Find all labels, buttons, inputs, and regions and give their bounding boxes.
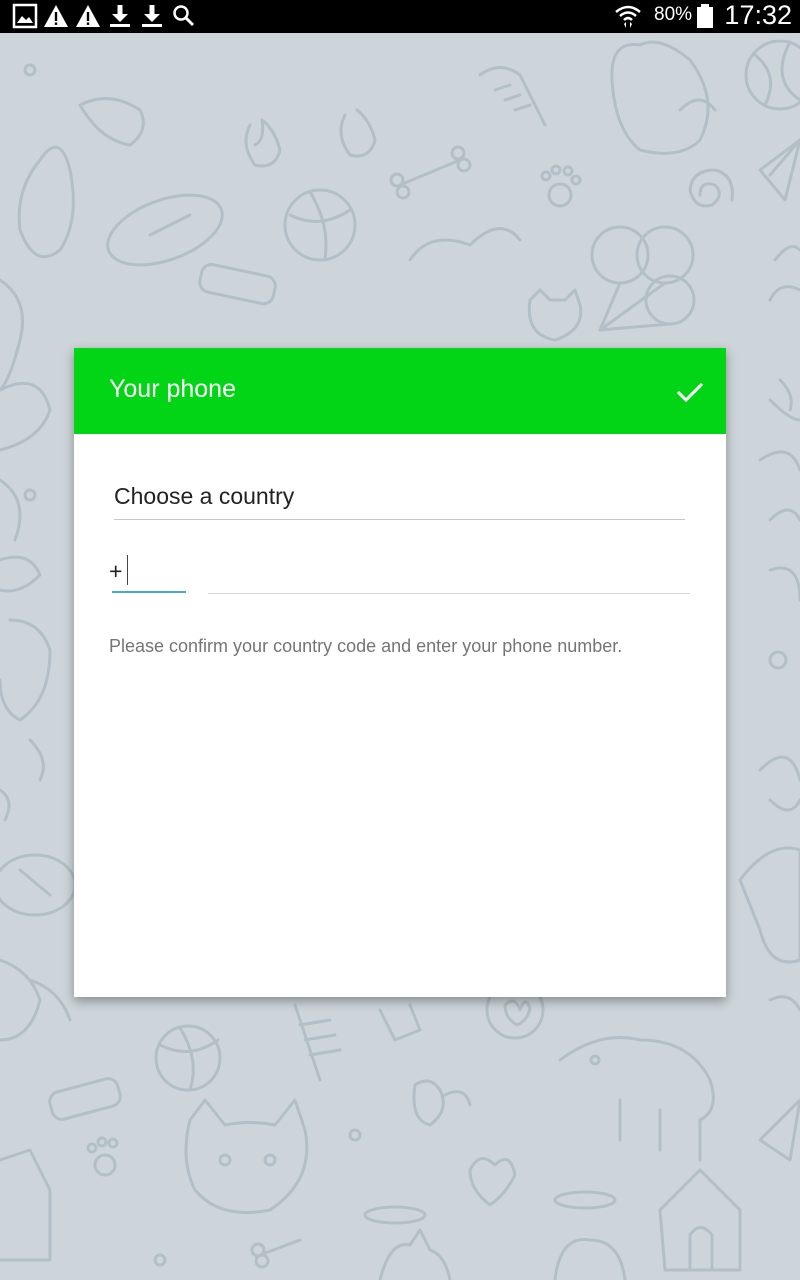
- instruction-text: Please confirm your country code and ent…: [109, 636, 623, 656]
- gallery-icon: [12, 3, 38, 29]
- country-code-input[interactable]: [112, 553, 186, 593]
- country-selector[interactable]: Choose a country: [114, 477, 685, 520]
- download-icon: [110, 5, 130, 27]
- clock: 17:32: [724, 0, 792, 30]
- checkmark-icon[interactable]: [668, 370, 712, 414]
- dialog-header: Your phone: [74, 348, 726, 434]
- wifi-icon: [615, 5, 641, 28]
- search-icon: [173, 5, 195, 27]
- dialog-title: Your phone: [109, 375, 236, 403]
- battery-icon: [697, 4, 713, 28]
- phone-number-input[interactable]: [208, 553, 690, 594]
- battery-percent: 80%: [654, 4, 693, 25]
- warning-icon: [44, 5, 68, 27]
- text-cursor: [127, 555, 128, 585]
- country-selector-label: Choose a country: [114, 483, 295, 509]
- phone-dialog: Your phone Choose a country + Please con…: [74, 348, 726, 997]
- warning-icon: [76, 5, 100, 27]
- status-bar: 80% 17:32: [0, 0, 800, 33]
- download-icon: [142, 5, 162, 27]
